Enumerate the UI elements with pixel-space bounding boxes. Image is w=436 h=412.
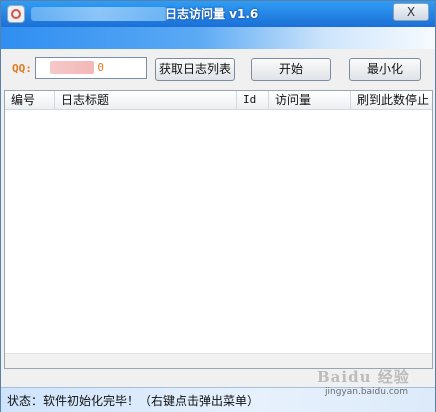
baidu-watermark: Baidu 经验 jingyan.baidu.com: [307, 363, 427, 405]
qq-redaction: [50, 61, 94, 74]
title-blur: [31, 7, 167, 21]
minimize-button[interactable]: 最小化: [349, 58, 421, 81]
start-button[interactable]: 开始: [251, 58, 331, 81]
column-header-number[interactable]: 编号: [5, 91, 55, 109]
qq-value: 0: [97, 61, 104, 74]
header-band: [1, 27, 435, 49]
close-button[interactable]: X: [393, 3, 429, 21]
title-bar[interactable]: 日志访问量 v1.6 X: [1, 1, 435, 27]
watermark-main: Baidu 经验: [317, 368, 410, 386]
column-header-title[interactable]: 日志标题: [55, 91, 237, 109]
app-window: 日志访问量 v1.6 X QQ: 0 获取日志列表 开始 最小化 编号 日志标题…: [0, 0, 436, 412]
close-icon: X: [406, 5, 416, 19]
qq-input[interactable]: 0: [35, 57, 147, 79]
qq-label: QQ:: [12, 62, 32, 75]
status-text: 状态：软件初始化完毕！（右键点击弹出菜单）: [7, 394, 260, 408]
column-header-id[interactable]: Id: [237, 91, 269, 109]
watermark-sub: jingyan.baidu.com: [325, 387, 409, 397]
get-log-list-button[interactable]: 获取日志列表: [155, 58, 235, 81]
app-icon: [7, 5, 25, 23]
window-title: 日志访问量 v1.6: [165, 7, 259, 21]
list-header: 编号 日志标题 Id 访问量 刷到此数停止: [5, 91, 432, 110]
log-list[interactable]: 编号 日志标题 Id 访问量 刷到此数停止: [4, 90, 433, 369]
column-header-stop-at[interactable]: 刷到此数停止: [351, 91, 432, 109]
toolbar: QQ: 0 获取日志列表 开始 最小化: [1, 49, 435, 89]
column-header-visits[interactable]: 访问量: [269, 91, 351, 109]
